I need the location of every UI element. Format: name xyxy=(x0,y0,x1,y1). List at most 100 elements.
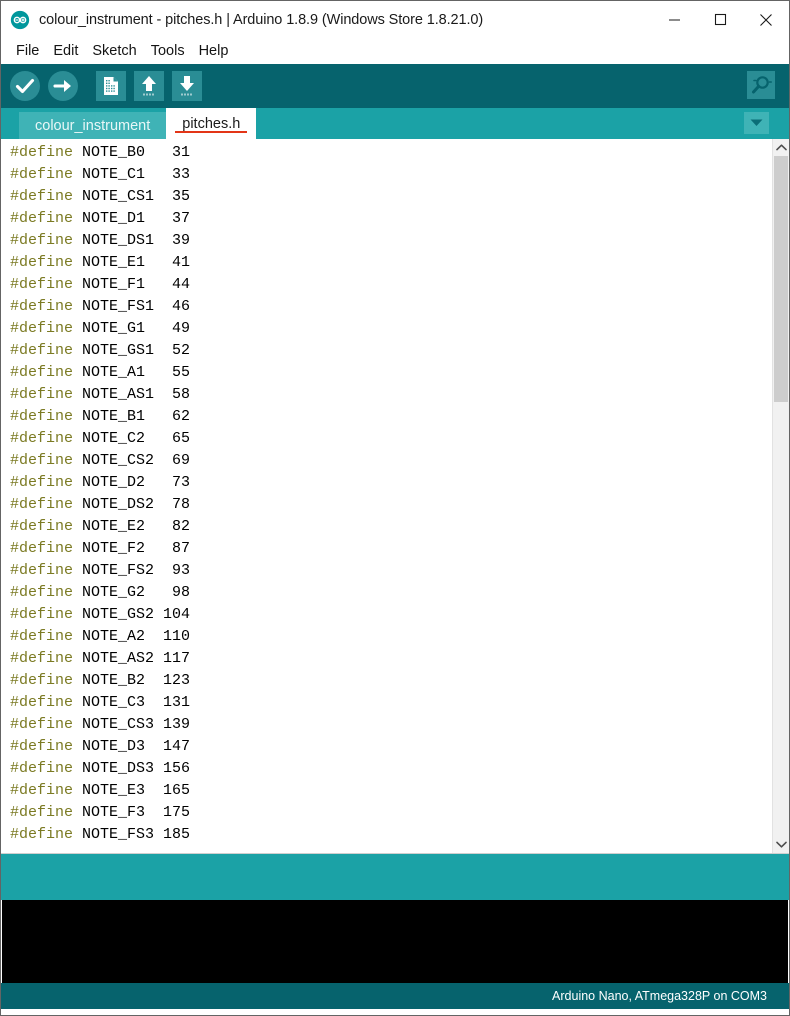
code-macro-value: 98 xyxy=(163,584,191,601)
code-keyword: #define xyxy=(10,628,74,645)
chevron-down-icon xyxy=(750,119,763,126)
scroll-down-button[interactable] xyxy=(773,836,789,853)
code-macro-value: 65 xyxy=(163,430,191,447)
code-line: #define NOTE_CS2 69 xyxy=(1,450,772,472)
code-macro-value: 78 xyxy=(163,496,191,513)
tab-menu-button[interactable] xyxy=(744,112,769,134)
code-keyword: #define xyxy=(10,540,74,557)
new-document-icon xyxy=(96,71,126,101)
code-macro-name: NOTE_CS3 xyxy=(73,716,164,733)
scroll-up-button[interactable] xyxy=(773,139,789,156)
code-line: #define NOTE_CS3 139 xyxy=(1,714,772,736)
verify-button[interactable] xyxy=(8,69,42,103)
code-keyword: #define xyxy=(10,452,74,469)
code-macro-name: NOTE_C2 xyxy=(73,430,164,447)
editor-vertical-scrollbar[interactable] xyxy=(772,139,789,853)
code-macro-name: NOTE_FS3 xyxy=(73,826,164,843)
scrollbar-thumb[interactable] xyxy=(774,156,788,402)
arrow-up-icon xyxy=(134,71,164,101)
menu-item-file[interactable]: File xyxy=(9,38,46,64)
code-macro-value: 31 xyxy=(163,144,191,161)
menu-item-help[interactable]: Help xyxy=(192,38,236,64)
code-macro-name: NOTE_D2 xyxy=(73,474,164,491)
code-keyword: #define xyxy=(10,474,74,491)
menu-item-sketch[interactable]: Sketch xyxy=(85,38,143,64)
code-macro-name: NOTE_FS2 xyxy=(73,562,164,579)
code-keyword: #define xyxy=(10,342,74,359)
code-line: #define NOTE_C1 33 xyxy=(1,164,772,186)
toolbar xyxy=(1,64,789,108)
menu-item-tools[interactable]: Tools xyxy=(144,38,192,64)
code-macro-name: NOTE_C1 xyxy=(73,166,164,183)
code-macro-value: 41 xyxy=(163,254,191,271)
code-macro-value: 46 xyxy=(163,298,191,315)
code-keyword: #define xyxy=(10,716,74,733)
code-macro-name: NOTE_E2 xyxy=(73,518,164,535)
code-line: #define NOTE_C3 131 xyxy=(1,692,772,714)
code-line: #define NOTE_B0 31 xyxy=(1,142,772,164)
code-line: #define NOTE_G2 98 xyxy=(1,582,772,604)
upload-button[interactable] xyxy=(46,69,80,103)
maximize-button[interactable] xyxy=(697,1,743,38)
code-macro-name: NOTE_G1 xyxy=(73,320,164,337)
code-line: #define NOTE_D1 37 xyxy=(1,208,772,230)
tab-pitches-h[interactable]: pitches.h xyxy=(166,108,257,139)
code-macro-value: 147 xyxy=(163,738,191,755)
code-line: #define NOTE_F1 44 xyxy=(1,274,772,296)
code-macro-value: 165 xyxy=(163,782,191,799)
open-sketch-button[interactable] xyxy=(132,69,166,103)
code-keyword: #define xyxy=(10,254,74,271)
code-macro-value: 62 xyxy=(163,408,191,425)
tab-label: colour_instrument xyxy=(35,117,151,134)
tab-label: pitches.h xyxy=(182,115,241,132)
code-macro-name: NOTE_F3 xyxy=(73,804,164,821)
code-keyword: #define xyxy=(10,210,74,227)
code-macro-name: NOTE_F2 xyxy=(73,540,164,557)
arduino-ide-window: colour_instrument - pitches.h | Arduino … xyxy=(0,0,790,1016)
save-sketch-button[interactable] xyxy=(170,69,204,103)
code-macro-name: NOTE_CS2 xyxy=(73,452,164,469)
code-macro-value: 33 xyxy=(163,166,191,183)
close-button[interactable] xyxy=(743,1,789,38)
code-macro-value: 87 xyxy=(163,540,191,557)
minimize-icon xyxy=(668,19,680,21)
code-keyword: #define xyxy=(10,826,74,843)
code-macro-name: NOTE_B1 xyxy=(73,408,164,425)
code-line: #define NOTE_FS1 46 xyxy=(1,296,772,318)
code-keyword: #define xyxy=(10,518,74,535)
code-macro-name: NOTE_D1 xyxy=(73,210,164,227)
code-macro-value: 58 xyxy=(163,386,191,403)
code-keyword: #define xyxy=(10,606,74,623)
code-keyword: #define xyxy=(10,672,74,689)
board-status-text: Arduino Nano, ATmega328P on COM3 xyxy=(552,989,767,1003)
code-line: #define NOTE_C2 65 xyxy=(1,428,772,450)
close-icon xyxy=(760,13,772,26)
serial-monitor-button[interactable] xyxy=(745,69,777,101)
code-keyword: #define xyxy=(10,166,74,183)
new-sketch-button[interactable] xyxy=(94,69,128,103)
code-keyword: #define xyxy=(10,650,74,667)
code-line: #define NOTE_F2 87 xyxy=(1,538,772,560)
code-macro-name: NOTE_DS1 xyxy=(73,232,164,249)
code-text-area[interactable]: #define NOTE_B0 31 #define NOTE_C1 33 #def… xyxy=(1,139,772,853)
tab-colour-instrument[interactable]: colour_instrument xyxy=(19,112,167,139)
code-macro-value: 44 xyxy=(163,276,191,293)
tab-active-underline xyxy=(175,131,248,133)
code-macro-value: 39 xyxy=(163,232,191,249)
code-macro-value: 139 xyxy=(163,716,191,733)
menu-item-edit[interactable]: Edit xyxy=(46,38,85,64)
code-macro-value: 110 xyxy=(163,628,191,645)
code-keyword: #define xyxy=(10,430,74,447)
code-line: #define NOTE_DS3 156 xyxy=(1,758,772,780)
code-line: #define NOTE_GS2 104 xyxy=(1,604,772,626)
code-keyword: #define xyxy=(10,562,74,579)
editor[interactable]: #define NOTE_B0 31 #define NOTE_C1 33 #def… xyxy=(1,139,789,853)
console-output-pane[interactable] xyxy=(2,900,788,983)
board-status-bar: Arduino Nano, ATmega328P on COM3 xyxy=(1,983,789,1009)
code-line: #define NOTE_AS1 58 xyxy=(1,384,772,406)
code-macro-name: NOTE_D3 xyxy=(73,738,164,755)
code-keyword: #define xyxy=(10,188,74,205)
minimize-button[interactable] xyxy=(651,1,697,38)
code-macro-value: 69 xyxy=(163,452,191,469)
code-macro-name: NOTE_B0 xyxy=(73,144,164,161)
